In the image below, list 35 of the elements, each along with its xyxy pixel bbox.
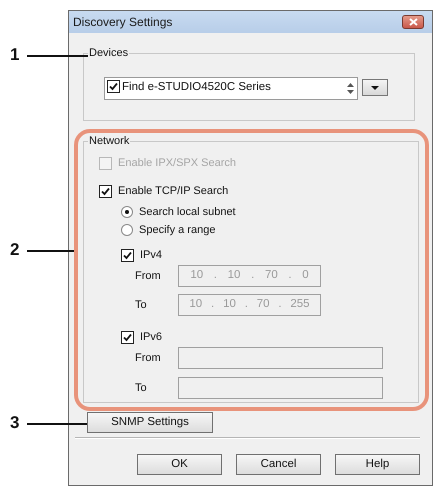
dialog-button[interactable]: Cancel — [236, 454, 321, 475]
address-field[interactable] — [178, 377, 383, 399]
field-label: From — [135, 350, 162, 366]
callout-number: 2 — [10, 240, 20, 260]
field-label: To — [135, 298, 148, 313]
callout-number: 1 — [10, 45, 20, 65]
radio-label: Specify a range — [139, 222, 216, 238]
window-title: Discovery Settings — [73, 14, 172, 31]
checkbox[interactable] — [107, 80, 120, 93]
radio-button[interactable] — [121, 224, 133, 236]
checkbox-label: Enable IPX/SPX Search — [118, 156, 236, 171]
leader-line — [27, 55, 88, 57]
dropdown-button[interactable] — [362, 79, 388, 96]
leader-line — [27, 423, 87, 425]
checkbox-label: IPv6 — [140, 330, 162, 345]
radio-label: Search local subnet — [139, 204, 236, 220]
checkbox[interactable] — [121, 248, 134, 262]
dialog-button[interactable]: Help — [335, 454, 420, 475]
close-icon — [408, 18, 418, 26]
address-field[interactable] — [178, 347, 383, 369]
checkbox-label: IPv4 — [140, 248, 162, 263]
checkbox-label: Enable TCP/IP Search — [118, 184, 228, 199]
field-label: To — [135, 380, 148, 396]
checkbox[interactable] — [121, 330, 134, 344]
close-button[interactable] — [402, 15, 424, 29]
snmp-settings-button[interactable]: SNMP Settings — [87, 412, 213, 433]
field-label: From — [135, 268, 162, 284]
dialog-button[interactable]: OK — [137, 454, 222, 475]
checkbox[interactable] — [99, 184, 112, 198]
callout-number: 3 — [10, 413, 20, 433]
list-item[interactable]: Find e-STUDIO4520C Series — [122, 80, 271, 94]
caret-icon — [371, 86, 379, 90]
device-list[interactable]: Find e-STUDIO4520C Series — [104, 77, 358, 100]
radio-button[interactable] — [121, 206, 133, 218]
leader-line — [27, 250, 74, 252]
